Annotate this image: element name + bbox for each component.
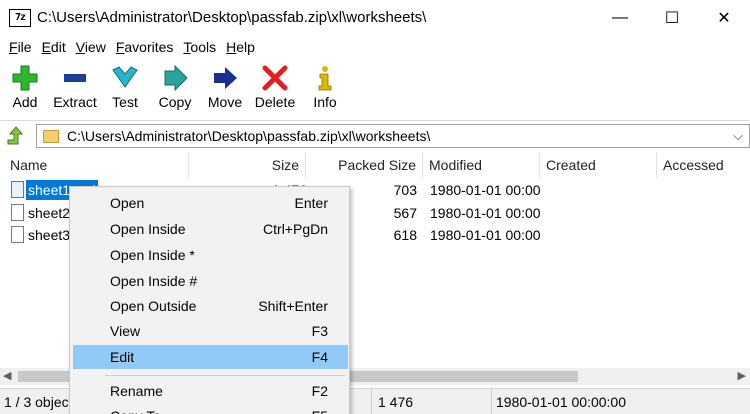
maximize-button[interactable]: ☐ xyxy=(646,0,698,35)
folder-icon xyxy=(43,129,59,143)
column-created[interactable]: Created xyxy=(540,152,657,178)
move-icon xyxy=(211,64,239,92)
extract-icon xyxy=(62,64,88,92)
context-menu-view[interactable]: View F3 xyxy=(73,319,348,343)
context-menu-edit[interactable]: Edit F4 xyxy=(73,345,348,369)
title-bar: 7z C:\Users\Administrator\Desktop\passfa… xyxy=(0,0,750,35)
context-menu-open-inside[interactable]: Open Inside Ctrl+PgDn xyxy=(73,217,348,241)
menu-tools[interactable]: Tools xyxy=(178,39,221,55)
file-modified: 1980-01-01 00:00 xyxy=(430,182,541,198)
menu-file[interactable]: File xyxy=(4,39,37,55)
delete-icon xyxy=(262,64,288,92)
status-size: 1 476 xyxy=(374,389,492,414)
context-menu-open[interactable]: Open Enter xyxy=(73,191,348,215)
column-modified[interactable]: Modified xyxy=(423,152,540,178)
add-icon xyxy=(12,64,38,92)
file-name: sheet3 xyxy=(28,227,71,243)
file-packed-size: 618 xyxy=(393,227,417,243)
file-icon xyxy=(11,181,24,198)
column-size[interactable]: Size xyxy=(189,152,306,178)
scroll-right-icon[interactable]: ▶ xyxy=(738,369,746,382)
extract-button[interactable]: Extract xyxy=(50,60,100,116)
address-path: C:\Users\Administrator\Desktop\passfab.z… xyxy=(67,128,431,144)
menu-edit[interactable]: Edit xyxy=(37,39,71,55)
context-menu-open-inside-hash[interactable]: Open Inside # xyxy=(73,269,348,293)
delete-button[interactable]: Delete xyxy=(250,60,300,116)
copy-icon xyxy=(161,64,189,92)
file-packed-size: 703 xyxy=(393,182,417,198)
status-modified: 1980-01-01 00:00:00 xyxy=(496,394,626,410)
file-packed-size: 567 xyxy=(393,205,417,221)
file-modified: 1980-01-01 00:00 xyxy=(430,227,541,243)
minimize-icon: — xyxy=(612,8,628,26)
column-accessed[interactable]: Accessed xyxy=(657,152,750,178)
file-icon xyxy=(11,204,24,221)
toolbar: Add Extract Test Copy Move Delete Info xyxy=(0,60,350,116)
address-bar: C:\Users\Administrator\Desktop\passfab.z… xyxy=(0,120,750,150)
menu-favorites[interactable]: Favorites xyxy=(111,39,179,55)
status-selection: 1 / 3 object xyxy=(0,389,72,414)
menu-help[interactable]: Help xyxy=(221,39,260,55)
window-controls: — ☐ ✕ xyxy=(594,0,750,35)
column-packed-size[interactable]: Packed Size xyxy=(306,152,423,178)
up-folder-icon xyxy=(7,126,24,145)
window-title: C:\Users\Administrator\Desktop\passfab.z… xyxy=(37,9,427,26)
info-button[interactable]: Info xyxy=(300,60,350,116)
status-spacer xyxy=(350,389,372,414)
maximize-icon: ☐ xyxy=(664,9,680,27)
context-menu-copy-to[interactable]: Copy To...F5 xyxy=(73,404,348,414)
file-icon xyxy=(11,226,24,243)
test-button[interactable]: Test xyxy=(100,60,150,116)
scroll-left-icon[interactable]: ◀ xyxy=(3,369,11,382)
menu-view[interactable]: View xyxy=(71,39,111,55)
add-button[interactable]: Add xyxy=(0,60,50,116)
menu-bar: File Edit View Favorites Tools Help xyxy=(0,36,260,58)
chevron-down-icon[interactable]: ⌵ xyxy=(733,128,743,144)
context-menu-separator xyxy=(105,375,345,376)
context-menu-rename[interactable]: Rename F2 xyxy=(73,379,348,403)
copy-button[interactable]: Copy xyxy=(150,60,200,116)
up-folder-button[interactable] xyxy=(6,126,26,146)
context-menu-open-outside[interactable]: Open Outside Shift+Enter xyxy=(73,294,348,318)
test-icon xyxy=(111,64,139,92)
close-button[interactable]: ✕ xyxy=(698,0,750,35)
info-icon xyxy=(315,64,335,92)
minimize-button[interactable]: — xyxy=(594,0,646,35)
address-field[interactable]: C:\Users\Administrator\Desktop\passfab.z… xyxy=(36,124,750,148)
file-modified: 1980-01-01 00:00 xyxy=(430,205,541,221)
close-icon: ✕ xyxy=(717,9,731,27)
move-button[interactable]: Move xyxy=(200,60,250,116)
context-menu-open-inside-star[interactable]: Open Inside * xyxy=(73,243,348,267)
column-header: Name Size Packed Size Modified Created A… xyxy=(0,152,750,178)
file-name: sheet2 xyxy=(28,205,71,221)
context-menu: Open Enter Open Inside Ctrl+PgDn Open Insi… xyxy=(69,186,350,414)
app-7zip-icon: 7z xyxy=(9,8,31,27)
column-name[interactable]: Name xyxy=(0,152,189,178)
